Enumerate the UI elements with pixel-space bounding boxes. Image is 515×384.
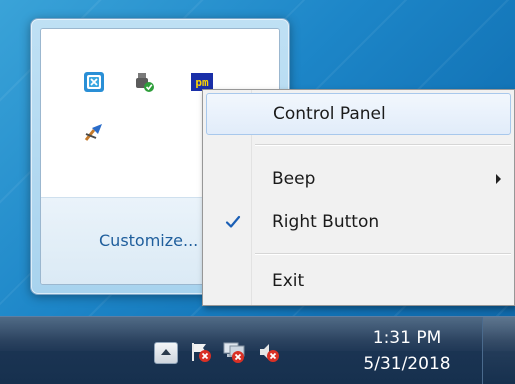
chevron-up-icon	[161, 349, 171, 355]
network-tool-icon[interactable]	[83, 121, 105, 143]
clock-time: 1:31 PM	[372, 328, 442, 348]
xceed-app-icon[interactable]	[83, 71, 105, 93]
menu-item-right-button[interactable]: Right Button	[206, 201, 511, 243]
usb-safely-remove-icon[interactable]	[133, 71, 155, 93]
clock-date: 5/31/2018	[363, 354, 451, 374]
taskbar: 1:31 PM 5/31/2018	[0, 316, 515, 384]
svg-text:pm: pm	[195, 76, 209, 89]
network-disconnected-icon[interactable]	[222, 340, 246, 364]
menu-item-exit[interactable]: Exit	[206, 260, 511, 302]
menu-item-beep[interactable]: Beep	[206, 158, 511, 200]
menu-separator	[255, 253, 511, 255]
volume-muted-icon[interactable]	[257, 340, 281, 364]
taskbar-clock[interactable]: 1:31 PM 5/31/2018	[352, 323, 462, 381]
menu-item-label: Exit	[272, 271, 305, 291]
menu-item-label: Beep	[272, 169, 316, 189]
checkmark-icon	[225, 214, 241, 230]
menu-separator	[255, 144, 511, 146]
tray-context-menu: Control Panel Beep Right Button Exit	[202, 89, 515, 306]
menu-item-label: Right Button	[272, 212, 380, 232]
action-center-flag-icon[interactable]	[189, 340, 213, 364]
show-desktop-button[interactable]	[482, 317, 515, 384]
customize-link[interactable]: Customize...	[99, 231, 198, 250]
menu-item-control-panel[interactable]: Control Panel	[206, 93, 511, 135]
show-hidden-icons-button[interactable]	[154, 342, 178, 364]
menu-item-label: Control Panel	[273, 104, 386, 124]
submenu-arrow-icon	[496, 174, 501, 184]
